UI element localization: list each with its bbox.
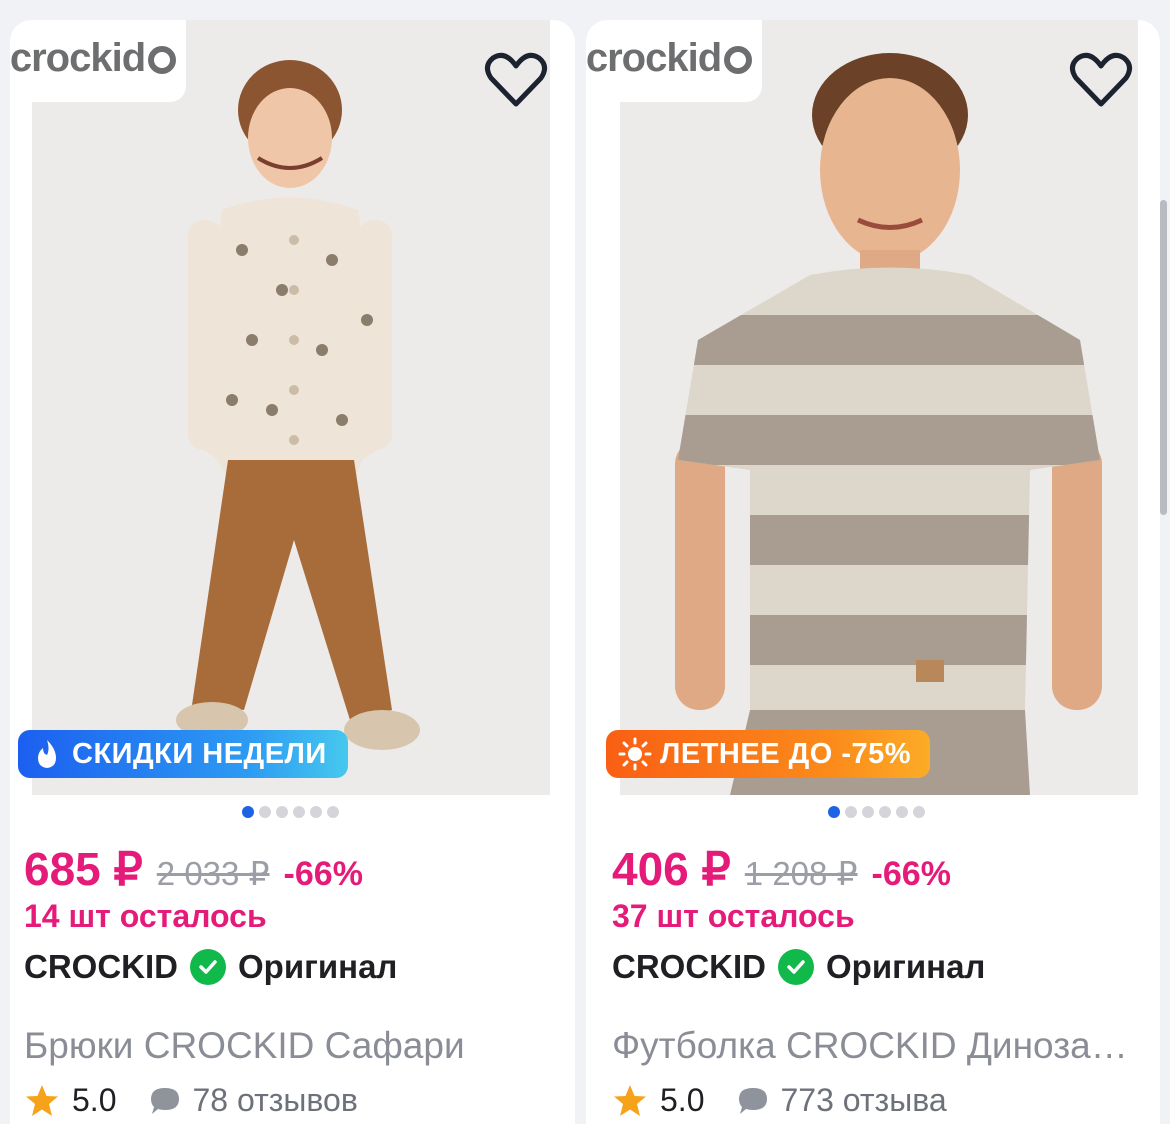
discount-percent: -66% [283, 855, 363, 893]
price-row: 685 ₽ 2 033 ₽ -66% [24, 842, 363, 896]
promo-badge: ЛЕТНЕЕ ДО -75% [606, 730, 930, 778]
promo-badge-label: СКИДКИ НЕДЕЛИ [72, 737, 327, 770]
pagination-dot[interactable] [913, 806, 925, 818]
stock-remaining: 37 шт осталось [612, 898, 855, 934]
rating-value: 5.0 [72, 1082, 117, 1118]
comment-bubble-icon [151, 1087, 180, 1114]
reviews-count[interactable]: 78 отзывов [192, 1082, 357, 1119]
image-pagination [828, 806, 925, 818]
verified-check-icon [778, 949, 814, 985]
rating-row: 5.0 78 отзывов [24, 1082, 358, 1119]
flame-icon [38, 740, 56, 768]
pagination-dot[interactable] [327, 806, 339, 818]
brand-logo-mark [148, 46, 177, 74]
brand-name[interactable]: CROCKID [24, 948, 178, 986]
sun-icon [618, 737, 652, 771]
comment-bubble-icon [739, 1087, 768, 1114]
brand-logo: crockid [586, 20, 762, 102]
reviews-count[interactable]: 773 отзыва [780, 1082, 946, 1119]
brand-logo-text: crockid [10, 35, 146, 80]
scrollbar[interactable] [1160, 200, 1167, 515]
stock-remaining: 14 шт осталось [24, 898, 267, 934]
pagination-dot[interactable] [259, 806, 271, 818]
current-price: 685 ₽ [24, 843, 143, 895]
pagination-dot[interactable] [276, 806, 288, 818]
product-photo-illustration [620, 20, 1138, 795]
product-image[interactable] [620, 20, 1138, 795]
old-price: 1 208 ₽ [744, 855, 858, 892]
brand-row[interactable]: CROCKID Оригинал [24, 948, 397, 986]
product-title[interactable]: Брюки CROCKID Сафари [24, 1025, 544, 1067]
image-pagination [242, 806, 339, 818]
heart-icon[interactable] [481, 44, 551, 114]
brand-logo-text: crockid [586, 35, 722, 80]
product-card[interactable]: crockid ЛЕТНЕЕ ДО -75% 406 ₽ 1 208 ₽ -66… [586, 20, 1160, 1124]
product-image[interactable] [32, 20, 550, 795]
rating-row: 5.0 773 отзыва [612, 1082, 947, 1119]
promo-badge: СКИДКИ НЕДЕЛИ [18, 730, 348, 778]
product-title[interactable]: Футболка CROCKID Динозавры [612, 1025, 1132, 1067]
pagination-dot[interactable] [879, 806, 891, 818]
brand-logo: crockid [10, 20, 186, 102]
price-row: 406 ₽ 1 208 ₽ -66% [612, 842, 951, 896]
discount-percent: -66% [871, 855, 951, 893]
brand-logo-mark [724, 46, 753, 74]
pagination-dot-active[interactable] [242, 806, 254, 818]
pagination-dot-active[interactable] [828, 806, 840, 818]
pagination-dot[interactable] [862, 806, 874, 818]
brand-name[interactable]: CROCKID [612, 948, 766, 986]
product-card[interactable]: crockid СКИДКИ НЕДЕЛИ 685 ₽ 2 033 ₽ -66%… [10, 20, 575, 1124]
pagination-dot[interactable] [896, 806, 908, 818]
star-icon [614, 1084, 646, 1116]
original-label: Оригинал [826, 948, 986, 985]
brand-row[interactable]: CROCKID Оригинал [612, 948, 985, 986]
verified-check-icon [190, 949, 226, 985]
pagination-dot[interactable] [310, 806, 322, 818]
promo-badge-label: ЛЕТНЕЕ ДО -75% [660, 737, 912, 770]
reviews-link[interactable]: 78 отзывов [148, 1082, 358, 1119]
old-price: 2 033 ₽ [156, 855, 270, 892]
product-photo-illustration [32, 20, 550, 795]
pagination-dot[interactable] [845, 806, 857, 818]
current-price: 406 ₽ [612, 843, 731, 895]
star-icon [26, 1084, 58, 1116]
rating-value: 5.0 [660, 1082, 705, 1118]
heart-icon[interactable] [1066, 44, 1136, 114]
original-label: Оригинал [238, 948, 398, 985]
reviews-link[interactable]: 773 отзыва [736, 1082, 947, 1119]
pagination-dot[interactable] [293, 806, 305, 818]
